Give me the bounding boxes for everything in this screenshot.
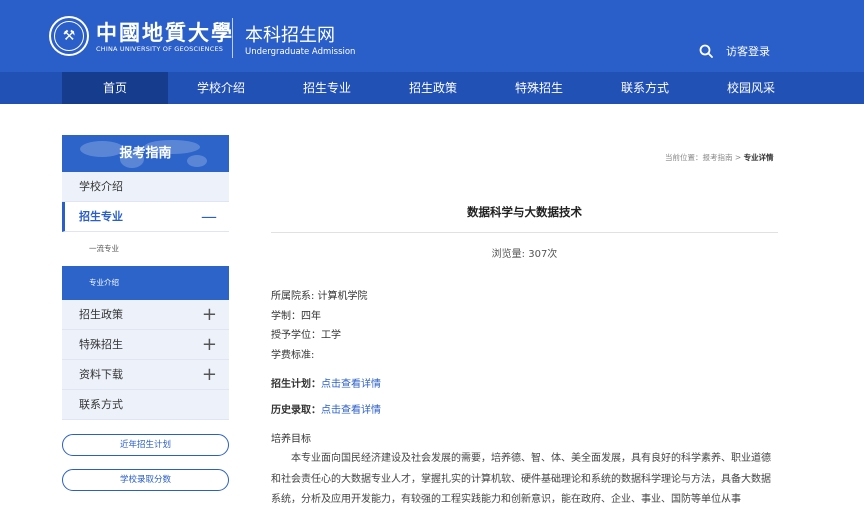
expand-icon[interactable]: + — [202, 360, 217, 390]
sidebar-item-downloads[interactable]: 资料下载 + — [62, 360, 229, 390]
admission-scores-button[interactable]: 学校录取分数 — [62, 469, 229, 491]
university-logo-icon[interactable]: ⚒ — [49, 16, 89, 56]
nav-item-policy[interactable]: 招生政策 — [380, 72, 486, 104]
breadcrumb-parent[interactable]: 报考指南 — [703, 153, 733, 162]
university-name-en: CHINA UNIVERSITY OF GEOSCIENCES — [96, 45, 224, 53]
site-subtitle: Undergraduate Admission — [245, 47, 356, 57]
view-count: 浏览量: 307次 — [491, 249, 558, 260]
recent-plan-button[interactable]: 近年招生计划 — [62, 434, 229, 456]
paragraph-line: 系统，分析及应用开发能力，有较强的工程实践能力和创新意识，能在政府、企业、事业、… — [271, 494, 741, 505]
paragraph-line: 本专业面向国民经济建设及社会发展的需要，培养德、智、体、美全面发展，具有良好的科… — [291, 453, 771, 464]
nav-item-special[interactable]: 特殊招生 — [486, 72, 592, 104]
breadcrumb-current: 专业详情 — [743, 153, 774, 162]
main-nav: 首页 学校介绍 招生专业 招生政策 特殊招生 联系方式 校园风采 — [0, 72, 864, 104]
sidebar-subitem-first-class-majors[interactable]: 一流专业 — [62, 232, 229, 266]
site-title[interactable]: 本科招生网 — [245, 21, 335, 47]
history-admission-row: 历史录取：点击查看详情 — [271, 405, 381, 416]
nav-item-home[interactable]: 首页 — [62, 72, 168, 104]
paragraph-line: 和社会责任心的大数据专业人才，掌握扎实的计算机软、硬件基础理论和系统的数据科学理… — [271, 474, 771, 485]
enrollment-plan-row: 招生计划：点击查看详情 — [271, 379, 381, 390]
sidebar-subitem-major-intro[interactable]: 专业介绍 — [62, 266, 229, 300]
sidebar-item-contact[interactable]: 联系方式 — [62, 390, 229, 420]
expand-icon[interactable]: + — [202, 300, 217, 330]
sidebar-item-school-intro[interactable]: 学校介绍 — [62, 172, 229, 202]
breadcrumb-prefix: 当前位置： — [665, 153, 703, 162]
nav-item-school-intro[interactable]: 学校介绍 — [168, 72, 274, 104]
enrollment-plan-link[interactable]: 点击查看详情 — [321, 379, 381, 390]
visitor-login-link[interactable]: 访客登录 — [726, 43, 770, 59]
info-tuition: 学费标准: — [271, 350, 315, 361]
site-header: ⚒ 中國地質大學 CHINA UNIVERSITY OF GEOSCIENCES… — [0, 0, 864, 72]
header-divider — [232, 18, 233, 58]
nav-item-campus[interactable]: 校园风采 — [698, 72, 804, 104]
sidebar-item-special[interactable]: 特殊招生 + — [62, 330, 229, 360]
nav-item-majors[interactable]: 招生专业 — [274, 72, 380, 104]
search-icon[interactable] — [699, 44, 713, 58]
section-title: 培养目标 — [271, 434, 311, 445]
university-name-cn[interactable]: 中國地質大學 — [96, 17, 234, 47]
sidebar-menu: 学校介绍 招生专业 — 一流专业 专业介绍 招生政策 + 特殊招生 + 资料下载… — [62, 172, 229, 420]
collapse-icon[interactable]: — — [201, 202, 217, 232]
nav-item-contact[interactable]: 联系方式 — [592, 72, 698, 104]
title-divider — [271, 232, 778, 233]
article-title: 数据科学与大数据技术 — [467, 205, 582, 219]
info-duration: 学制：四年 — [271, 311, 321, 322]
expand-icon[interactable]: + — [202, 330, 217, 360]
sidebar-item-majors[interactable]: 招生专业 — — [62, 202, 229, 232]
sidebar-item-policy[interactable]: 招生政策 + — [62, 300, 229, 330]
info-department: 所属院系: 计算机学院 — [271, 291, 368, 302]
breadcrumb: 当前位置：报考指南 > 专业详情 — [665, 152, 774, 163]
history-admission-link[interactable]: 点击查看详情 — [321, 405, 381, 416]
info-degree: 授予学位：工学 — [271, 330, 341, 341]
breadcrumb-separator: > — [732, 153, 744, 162]
sidebar-title: 报考指南 — [62, 135, 229, 172]
